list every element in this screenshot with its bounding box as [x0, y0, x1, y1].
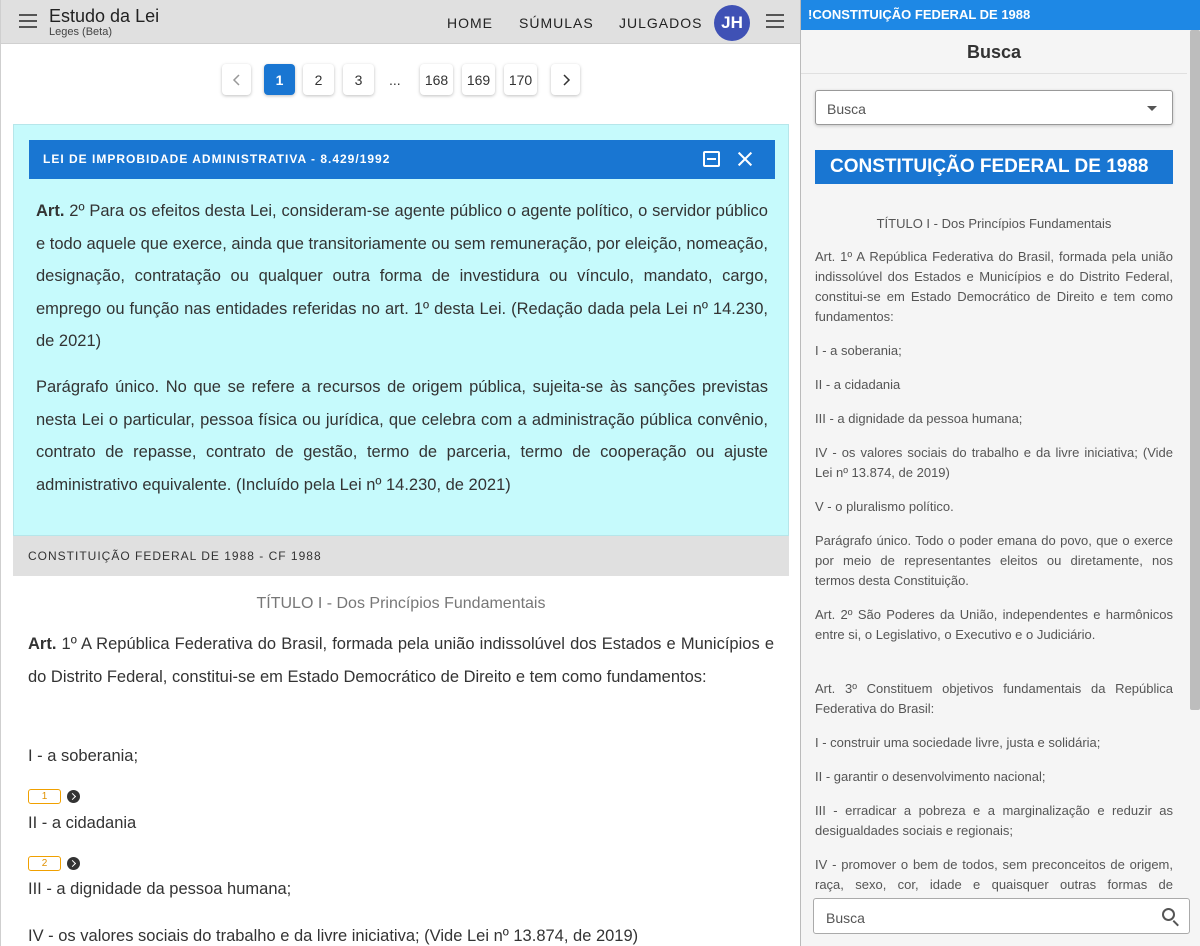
options-menu-icon[interactable]: [766, 14, 784, 28]
side-panel-topbar: !CONSTITUIÇÃO FEDERAL DE 1988: [801, 0, 1200, 30]
pagination-ellipsis: ...: [389, 72, 401, 88]
note-tag[interactable]: 1: [28, 789, 61, 804]
avatar[interactable]: JH: [714, 5, 750, 41]
side-paragraph: II - garantir o desenvolvimento nacional…: [815, 769, 1046, 784]
side-paragraph: IV - os valores sociais do trabalho e da…: [815, 445, 1173, 480]
page-button-2[interactable]: 2: [303, 64, 334, 95]
chevron-right-circle-icon[interactable]: [67, 857, 80, 870]
law-card-title: LEI DE IMPROBIDADE ADMINISTRATIVA - 8.42…: [43, 152, 391, 166]
law-card-improbidade: LEI DE IMPROBIDADE ADMINISTRATIVA - 8.42…: [13, 124, 789, 536]
side-paragraph: IV - promover o bem de todos, sem precon…: [815, 857, 1173, 892]
side-paragraph: I - a soberania;: [815, 343, 902, 358]
side-titulo-heading: TÍTULO I - Dos Princípios Fundamentais: [876, 216, 1112, 231]
side-paragraph: I - construir uma sociedade livre, justa…: [815, 735, 1101, 750]
note-tag[interactable]: 2: [28, 856, 61, 871]
side-panel-topbar-title: !CONSTITUIÇÃO FEDERAL DE 1988: [808, 7, 1031, 22]
nav-sumulas[interactable]: SÚMULAS: [519, 15, 594, 31]
side-paragraph: II - a cidadania: [815, 377, 901, 392]
search-input[interactable]: Busca: [813, 898, 1190, 934]
side-paragraph: Parágrafo único. Todo o poder emana do p…: [815, 533, 1173, 588]
side-paragraph: Art. 2º São Poderes da União, independen…: [815, 607, 1173, 642]
search-select[interactable]: Busca: [815, 90, 1173, 125]
article-body: 2º Para os efeitos desta Lei, consideram…: [36, 202, 768, 350]
paragraph-text: Parágrafo único. No que se refere a recu…: [36, 378, 768, 494]
cf-section-title: CONSTITUIÇÃO FEDERAL DE 1988 - CF 1988: [28, 549, 322, 563]
cf-section-header[interactable]: CONSTITUIÇÃO FEDERAL DE 1988 - CF 1988: [13, 536, 789, 576]
main-pane: Estudo da Lei Leges (Beta) HOME SÚMULAS …: [0, 0, 800, 946]
search-icon[interactable]: [1162, 908, 1175, 921]
dropdown-caret-icon: [1147, 106, 1157, 111]
close-icon[interactable]: [735, 149, 755, 169]
inciso-1: I - a soberania;: [28, 747, 139, 765]
inciso-2: II - a cidadania: [28, 814, 137, 832]
inciso-4: IV - os valores sociais do trabalho e da…: [28, 927, 639, 945]
article-text: Art. 2º Para os efeitos desta Lei, consi…: [36, 195, 768, 358]
page-button-170[interactable]: 170: [504, 64, 537, 95]
side-panel-heading: Busca: [966, 42, 1022, 62]
side-paragraph: Art. 3º Constituem objetivos fundamentai…: [815, 681, 1173, 716]
chevron-right-circle-icon[interactable]: [67, 790, 80, 803]
app-subtitle: Leges (Beta): [49, 26, 112, 38]
inciso-3: III - a dignidade da pessoa humana;: [28, 880, 292, 898]
side-paragraph: III - a dignidade da pessoa humana;: [815, 411, 1023, 426]
titulo-heading: TÍTULO I - Dos Princípios Fundamentais: [256, 595, 546, 612]
cf-article-label: Art.: [28, 635, 57, 653]
chevron-right-icon: [562, 73, 570, 86]
app-title: Estudo da Lei: [49, 6, 160, 26]
side-panel-banner-title: CONSTITUIÇÃO FEDERAL DE 1988: [830, 156, 1149, 177]
side-panel-banner: CONSTITUIÇÃO FEDERAL DE 1988: [815, 150, 1173, 184]
page-button-1[interactable]: 1: [264, 64, 295, 95]
divider: [801, 73, 1187, 74]
chevron-left-icon: [232, 73, 240, 86]
search-placeholder: Busca: [826, 910, 865, 926]
page-button-169[interactable]: 169: [462, 64, 495, 95]
menu-icon[interactable]: [19, 14, 37, 28]
page-button-168[interactable]: 168: [420, 64, 453, 95]
nav-julgados[interactable]: JULGADOS: [619, 15, 702, 31]
cf-article-body: 1º A República Federativa do Brasil, for…: [28, 635, 774, 686]
page-button-3[interactable]: 3: [343, 64, 374, 95]
minimize-icon[interactable]: [703, 151, 720, 167]
search-select-value: Busca: [827, 101, 866, 117]
law-card-header: LEI DE IMPROBIDADE ADMINISTRATIVA - 8.42…: [29, 140, 775, 179]
cf-article-text: Art. 1º A República Federativa do Brasil…: [28, 628, 774, 693]
next-page-button[interactable]: [551, 64, 580, 95]
article-label: Art.: [36, 202, 65, 220]
scrollbar[interactable]: [1190, 30, 1200, 710]
side-paragraph: III - erradicar a pobreza e a marginaliz…: [815, 803, 1173, 838]
nav-home[interactable]: HOME: [447, 15, 493, 31]
side-paragraph: Art. 1º A República Federativa do Brasil…: [815, 249, 1173, 324]
app-bar: Estudo da Lei Leges (Beta) HOME SÚMULAS …: [1, 0, 800, 44]
prev-page-button[interactable]: [222, 64, 251, 95]
side-panel: !CONSTITUIÇÃO FEDERAL DE 1988 Busca Busc…: [800, 0, 1200, 946]
side-paragraph: V - o pluralismo político.: [815, 499, 954, 514]
